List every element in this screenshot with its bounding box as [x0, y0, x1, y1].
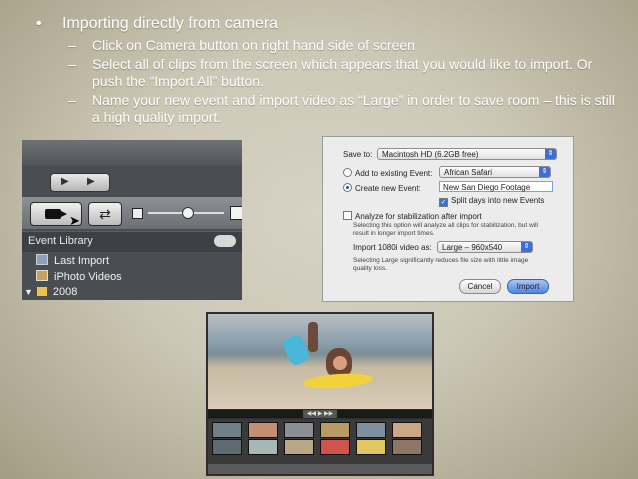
create-new-radio[interactable] [343, 183, 352, 192]
sub-bullet: – Click on Camera button on right hand s… [36, 37, 626, 54]
playback-controls: ◀◀ ▶ ▶▶ [208, 410, 432, 418]
slider-knob[interactable] [182, 207, 194, 219]
existing-event-select[interactable]: African Safari ⇕ [439, 166, 551, 178]
popup-arrows-icon: ⇕ [539, 167, 550, 177]
clip-thumbnail[interactable] [212, 439, 242, 455]
swap-events-button[interactable]: ⇄ [88, 202, 122, 226]
split-days-option[interactable]: ✓ Split days into new Events [439, 196, 544, 207]
girl-face [333, 356, 347, 370]
sub-bullet: – Select all of clips from the screen wh… [36, 56, 626, 90]
cancel-button[interactable]: Cancel [459, 279, 501, 294]
toolbar-strip [22, 140, 242, 166]
transport-buttons[interactable]: ◀◀ ▶ ▶▶ [303, 410, 337, 418]
analyze-label: Analyze for stabilization after import [355, 212, 482, 221]
large-note: Selecting Large significantly reduces fi… [353, 257, 529, 272]
import-as-label: Import 1080i video as: [353, 243, 432, 252]
popup-arrows-icon: ⇕ [545, 149, 556, 159]
dash-marker: – [68, 37, 76, 53]
thumbnail-large-icon [230, 206, 242, 220]
save-to-value: Macintosh HD (6.2GB free) [382, 150, 479, 159]
photo-icon [36, 270, 48, 281]
main-bullet: • Importing directly from camera [36, 14, 626, 34]
video-preview [208, 314, 432, 409]
event-library-screenshot: ▶ ▶ ➤ ⇄ Event Library Last Import iPhoto… [22, 140, 242, 300]
swap-icon: ⇄ [99, 206, 111, 222]
add-existing-option[interactable]: Add to existing Event: [343, 168, 432, 178]
folder-icon [36, 287, 47, 296]
bullet-marker: • [36, 15, 42, 32]
save-to-label: Save to: [343, 150, 373, 159]
library-options-button[interactable] [214, 235, 236, 247]
add-existing-radio[interactable] [343, 168, 352, 177]
cursor-arrow-icon: ➤ [69, 213, 80, 228]
camera-import-screenshot: ◀◀ ▶ ▶▶ [206, 312, 434, 476]
split-days-checkbox[interactable]: ✓ [439, 198, 448, 207]
import-dialog: Save to: Macintosh HD (6.2GB free) ⇕ Add… [322, 136, 574, 302]
analyze-checkbox[interactable] [343, 211, 352, 220]
clip-thumbnail[interactable] [320, 439, 350, 455]
clip-thumbnail[interactable] [248, 422, 278, 438]
popup-arrows-icon: ⇕ [521, 242, 532, 252]
save-to-select[interactable]: Macintosh HD (6.2GB free) ⇕ [377, 148, 557, 160]
camera-button[interactable]: ➤ [30, 202, 82, 228]
yellow-bodyboard [302, 371, 374, 391]
clip-thumbnail[interactable] [284, 439, 314, 455]
library-item-2008[interactable]: ▼ 2008 [24, 286, 77, 298]
import-button[interactable]: Import [507, 279, 549, 294]
sub-bullet-text: Select all of clips from the screen whic… [92, 56, 593, 89]
library-item-iphoto-videos[interactable]: iPhoto Videos [36, 270, 122, 283]
library-item-last-import[interactable]: Last Import [36, 254, 109, 267]
event-library-title: Event Library [28, 235, 93, 247]
analyze-option[interactable]: Analyze for stabilization after import [343, 211, 482, 221]
clip-thumbnail[interactable] [392, 422, 422, 438]
clip-thumbnail[interactable] [212, 422, 242, 438]
split-days-label: Split days into new Events [451, 196, 545, 205]
new-event-name-field[interactable]: New San Diego Footage [439, 181, 553, 192]
sub-bullet: – Name your new event and import video a… [36, 92, 626, 126]
playback-segment[interactable]: ▶ ▶ [50, 173, 110, 192]
slide-bullets: • Importing directly from camera – Click… [36, 14, 626, 126]
clip-thumbnail[interactable] [248, 439, 278, 455]
event-library-header: Event Library [22, 231, 242, 252]
surfboard-background [281, 333, 311, 367]
create-new-option[interactable]: Create new Event: [343, 183, 421, 193]
sub-bullet-text: Name your new event and import video as … [92, 92, 615, 125]
create-new-label: Create new Event: [355, 184, 421, 193]
play-full-icon[interactable]: ▶ [61, 176, 69, 187]
sub-bullet-text: Click on Camera button on right hand sid… [92, 37, 415, 53]
clip-thumbnail[interactable] [356, 439, 386, 455]
analyze-note: Selecting this option will analyze all c… [353, 222, 538, 237]
library-item-label: Last Import [54, 255, 110, 267]
clip-thumbnail[interactable] [392, 439, 422, 455]
library-item-label: 2008 [52, 286, 78, 298]
dash-marker: – [68, 56, 76, 72]
thumbnail-small-icon [132, 208, 143, 219]
film-icon [36, 254, 48, 265]
dash-marker: – [68, 92, 76, 108]
import-footer-bar [208, 464, 432, 474]
clip-thumbnail[interactable] [356, 422, 386, 438]
import-size-select[interactable]: Large – 960x540 ⇕ [437, 241, 533, 253]
background-person [308, 322, 318, 352]
library-item-label: iPhoto Videos [54, 271, 122, 283]
video-camera-icon [45, 209, 67, 219]
existing-event-value: African Safari [444, 168, 493, 177]
import-size-value: Large – 960x540 [442, 243, 503, 252]
add-existing-label: Add to existing Event: [355, 169, 433, 178]
play-icon[interactable]: ▶ [87, 176, 95, 187]
main-bullet-text: Importing directly from camera [62, 15, 279, 32]
clip-thumbnail[interactable] [320, 422, 350, 438]
clip-thumbnail[interactable] [284, 422, 314, 438]
disclosure-triangle-icon[interactable]: ▼ [24, 287, 33, 297]
